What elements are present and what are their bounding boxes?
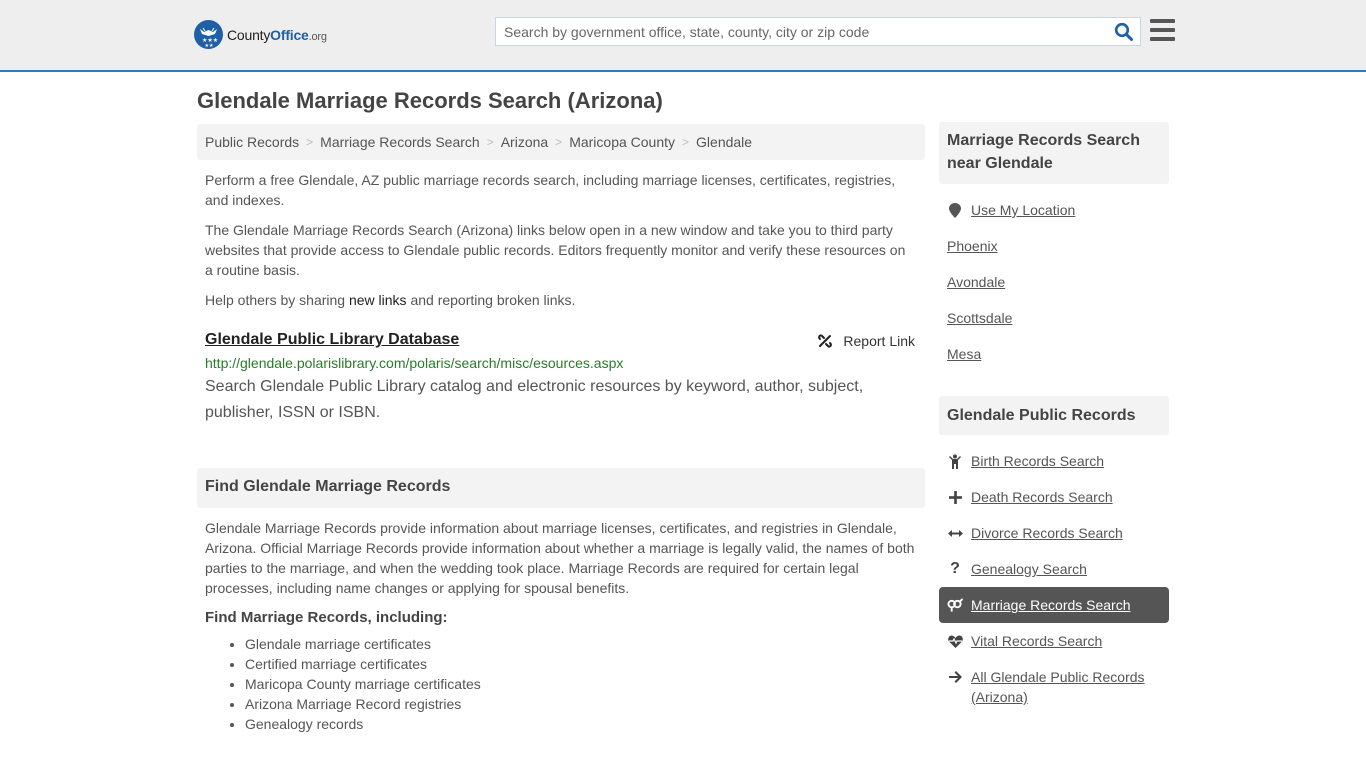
share-text: Help others by sharing <box>205 292 349 308</box>
use-my-location-link[interactable]: Use My Location <box>971 202 1075 218</box>
cross-icon <box>947 490 963 504</box>
sidebar-link[interactable]: Vital Records Search <box>971 633 1102 649</box>
share-paragraph: Help others by sharing new links and rep… <box>197 290 925 310</box>
breadcrumb-maricopa-county[interactable]: Maricopa County <box>569 134 675 150</box>
find-section-paragraph: Glendale Marriage Records provide inform… <box>205 520 915 596</box>
broken-link-icon <box>818 334 833 348</box>
use-my-location-item[interactable]: Use My Location <box>939 192 1169 228</box>
map-marker-icon <box>947 202 963 218</box>
breadcrumb: Public Records > Marriage Records Search… <box>197 124 925 160</box>
sidebar-item-all-public-records[interactable]: All Glendale Public Records (Arizona) <box>939 659 1169 707</box>
site-header: ★★★ ★★ CountyOffice.org <box>0 0 1366 72</box>
sidebar-item-divorce-records[interactable]: Divorce Records Search <box>939 515 1169 551</box>
public-records-heading: Glendale Public Records <box>939 396 1169 435</box>
breadcrumb-arizona[interactable]: Arizona <box>501 134 548 150</box>
nearby-city-link[interactable]: Phoenix <box>947 238 998 254</box>
report-link-button[interactable]: Report Link <box>817 333 915 349</box>
list-item: Certified marriage certificates <box>245 654 925 674</box>
report-link-label: Report Link <box>843 333 915 349</box>
public-records-list: Birth Records Search Death Records Searc… <box>939 443 1169 707</box>
question-icon: ? <box>950 560 960 577</box>
nearby-list: Use My Location Phoenix Avondale Scottsd… <box>939 192 1169 372</box>
svg-text:★★: ★★ <box>205 43 214 49</box>
page-title: Glendale Marriage Records Search (Arizon… <box>197 88 663 113</box>
breadcrumb-separator: > <box>555 135 563 149</box>
result-title-link[interactable]: Glendale Public Library Database <box>205 331 459 348</box>
sidebar-link[interactable]: Birth Records Search <box>971 453 1104 469</box>
nearby-city-link[interactable]: Scottsdale <box>947 310 1012 326</box>
breadcrumb-glendale[interactable]: Glendale <box>696 134 752 150</box>
sidebar-item-vital-records[interactable]: Vital Records Search <box>939 623 1169 659</box>
nearby-city-item[interactable]: Phoenix <box>939 228 1169 264</box>
heartbeat-icon <box>947 634 963 648</box>
breadcrumb-marriage-records-search[interactable]: Marriage Records Search <box>320 134 480 150</box>
result-description: Search Glendale Public Library catalog a… <box>205 378 864 421</box>
menu-bar <box>1150 28 1175 32</box>
sidebar-item-birth-records[interactable]: Birth Records Search <box>939 443 1169 479</box>
main-content: Public Records > Marriage Records Search… <box>197 124 925 734</box>
hamburger-menu-icon[interactable] <box>1150 19 1175 41</box>
gender-rings-icon <box>947 598 963 612</box>
search-input[interactable] <box>496 18 1106 45</box>
child-icon <box>947 454 963 469</box>
logo-text: CountyOffice.org <box>227 26 327 43</box>
share-text-end: and reporting broken links. <box>406 292 576 308</box>
sidebar-link[interactable]: All Glendale Public Records (Arizona) <box>971 667 1161 707</box>
list-item: Arizona Marriage Record registries <box>245 694 925 714</box>
sidebar: Marriage Records Search near Glendale Us… <box>939 122 1169 707</box>
sidebar-item-genealogy[interactable]: ? Genealogy Search <box>939 551 1169 587</box>
list-item: Maricopa County marriage certificates <box>245 674 925 694</box>
breadcrumb-public-records[interactable]: Public Records <box>205 134 299 150</box>
nearby-city-link[interactable]: Avondale <box>947 274 1005 290</box>
find-records-subheading: Find Marriage Records, including: <box>205 609 448 626</box>
sidebar-link[interactable]: Genealogy Search <box>971 561 1087 577</box>
nearby-city-item[interactable]: Mesa <box>939 336 1169 372</box>
nearby-city-item[interactable]: Scottsdale <box>939 300 1169 336</box>
search-icon[interactable] <box>1114 22 1134 42</box>
nearby-city-item[interactable]: Avondale <box>939 264 1169 300</box>
breadcrumb-separator: > <box>486 135 494 149</box>
menu-bar <box>1150 19 1175 23</box>
arrows-horizontal-icon <box>947 529 963 538</box>
eagle-logo-icon: ★★★ ★★ <box>194 20 223 49</box>
nearby-city-link[interactable]: Mesa <box>947 346 981 362</box>
find-section-heading: Find Glendale Marriage Records <box>197 468 925 508</box>
nearby-heading: Marriage Records Search near Glendale <box>939 122 1169 184</box>
result-item: Glendale Public Library Database Report … <box>197 331 925 426</box>
logo-link[interactable]: ★★★ ★★ CountyOffice.org <box>194 20 327 49</box>
result-url: http://glendale.polarislibrary.com/polar… <box>205 355 624 371</box>
new-links-link[interactable]: new links <box>349 292 407 308</box>
list-item: Genealogy records <box>245 714 925 734</box>
sidebar-link[interactable]: Divorce Records Search <box>971 525 1123 541</box>
disclaimer-paragraph: The Glendale Marriage Records Search (Ar… <box>205 222 906 278</box>
sidebar-link[interactable]: Death Records Search <box>971 489 1113 505</box>
arrow-right-icon <box>947 671 963 683</box>
sidebar-link[interactable]: Marriage Records Search <box>971 597 1131 613</box>
intro-paragraph: Perform a free Glendale, AZ public marri… <box>205 172 896 208</box>
breadcrumb-separator: > <box>682 135 690 149</box>
breadcrumb-separator: > <box>306 135 314 149</box>
list-item: Glendale marriage certificates <box>245 634 925 654</box>
sidebar-item-marriage-records[interactable]: Marriage Records Search <box>939 587 1169 623</box>
search-box <box>495 17 1141 46</box>
menu-bar <box>1150 37 1175 41</box>
records-list: Glendale marriage certificates Certified… <box>197 634 925 734</box>
sidebar-item-death-records[interactable]: Death Records Search <box>939 479 1169 515</box>
